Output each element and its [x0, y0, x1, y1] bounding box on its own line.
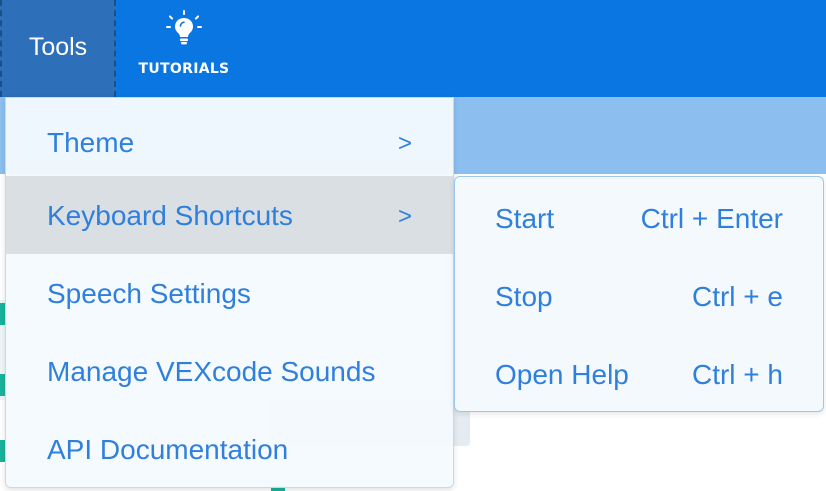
menu-item-label: Manage VEXcode Sounds: [47, 356, 376, 387]
menu-item-label: Speech Settings: [47, 278, 251, 309]
shortcut-name: Stop: [495, 281, 553, 312]
tutorials-button[interactable]: TUTORIALS: [128, 0, 240, 97]
shortcut-keys: Ctrl + e: [691, 281, 783, 312]
top-toolbar: Tools TUTORIALS: [0, 0, 826, 97]
shortcut-keys: Ctrl + h: [691, 359, 783, 390]
keyboard-shortcuts-submenu: Start Ctrl + Enter Stop Ctrl + e Open He…: [454, 176, 824, 412]
shortcut-keys: Ctrl + Enter: [640, 203, 783, 234]
lightbulb-icon: [166, 10, 202, 45]
submenu-arrow-icon: >: [398, 130, 413, 157]
tools-menu-button[interactable]: Tools: [0, 0, 116, 97]
tutorials-label: TUTORIALS: [138, 61, 230, 77]
menu-item-label: API Documentation: [47, 434, 289, 465]
menu-item-label: Theme: [47, 127, 135, 158]
menu-item-manage-sounds[interactable]: Manage VEXcode Sounds: [6, 332, 453, 410]
menu-item-keyboard-shortcuts[interactable]: Keyboard Shortcuts >: [6, 176, 453, 254]
menu-item-speech-settings[interactable]: Speech Settings: [6, 254, 453, 332]
menu-item-label: Keyboard Shortcuts: [47, 200, 293, 231]
shortcut-start[interactable]: Start Ctrl + Enter: [455, 177, 823, 255]
tools-menu-label: Tools: [28, 33, 88, 61]
shortcut-name: Start: [495, 203, 555, 234]
menu-item-api-documentation[interactable]: API Documentation: [6, 410, 453, 488]
submenu-arrow-icon: >: [398, 203, 413, 230]
tools-dropdown-menu: Theme > Keyboard Shortcuts > Speech Sett…: [5, 97, 454, 488]
shortcut-stop[interactable]: Stop Ctrl + e: [455, 255, 823, 333]
shortcut-name: Open Help: [495, 359, 629, 390]
menu-item-theme[interactable]: Theme >: [6, 103, 453, 181]
shortcut-open-help[interactable]: Open Help Ctrl + h: [455, 333, 823, 411]
